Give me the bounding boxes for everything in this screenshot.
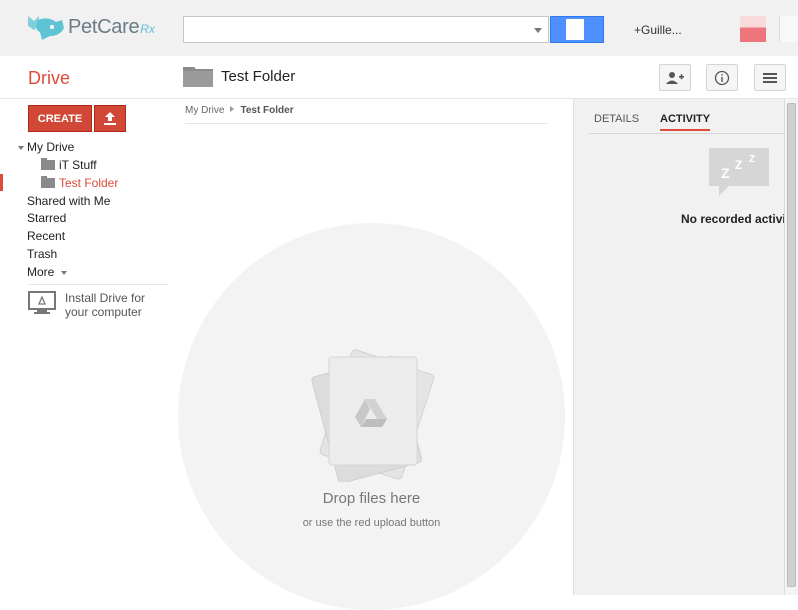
install-line-1: Install Drive for <box>65 291 146 305</box>
top-bar: PetCare Rx +Guille... <box>0 0 798 56</box>
search-button[interactable] <box>550 16 604 43</box>
sub-header: Drive Test Folder <box>0 56 798 99</box>
folder-icon <box>41 176 55 188</box>
upload-button[interactable] <box>94 105 126 132</box>
drop-title: Drop files here <box>322 490 421 507</box>
create-button[interactable]: CREATE <box>28 105 92 132</box>
sidebar-item-starred[interactable]: Starred <box>27 211 66 225</box>
drop-subtitle: or use the red upload button <box>302 517 441 529</box>
details-pane: DETAILS ACTIVITY Z Z Z No recorded activ… <box>573 99 796 595</box>
install-drive-link[interactable]: Install Drive for your computer <box>28 291 145 319</box>
install-line-2: your computer <box>65 305 142 319</box>
avatar[interactable] <box>740 16 766 42</box>
sidebar-item-trash[interactable]: Trash <box>27 247 57 261</box>
share-button[interactable] <box>659 64 691 91</box>
tab-divider <box>589 133 785 134</box>
sidebar-item-shared[interactable]: Shared with Me <box>27 194 110 208</box>
sleep-bubble-icon: Z Z Z <box>707 146 771 198</box>
details-button[interactable] <box>706 64 738 91</box>
breadcrumb-current: Test Folder <box>240 105 294 116</box>
active-indicator <box>0 174 3 191</box>
folder-title: Test Folder <box>221 67 296 85</box>
breadcrumb-arrow-icon <box>230 106 235 112</box>
computer-drive-icon <box>28 291 56 314</box>
sidebar: CREATE My Drive iT Stuff Test Folder Sha… <box>0 99 170 595</box>
folder-icon <box>183 65 213 87</box>
drop-files-icon <box>305 347 435 484</box>
sidebar-divider <box>28 284 168 285</box>
info-icon <box>714 70 730 85</box>
sidebar-item-label: Test Folder <box>59 176 119 190</box>
sidebar-item-my-drive[interactable]: My Drive <box>18 140 74 154</box>
search-input[interactable] <box>183 16 549 43</box>
svg-text:Z: Z <box>735 158 742 172</box>
expand-chevron-down-icon[interactable] <box>18 145 24 150</box>
svg-text:Z: Z <box>749 154 755 165</box>
search-icon <box>566 19 584 40</box>
folder-heading: Test Folder <box>183 65 295 87</box>
list-view-button[interactable] <box>754 64 786 91</box>
breadcrumb-divider <box>185 123 547 124</box>
sidebar-item-test-folder[interactable]: Test Folder <box>41 176 118 190</box>
pet-logo-icon <box>26 12 66 42</box>
scrollbar[interactable] <box>784 99 798 595</box>
sidebar-item-label: More <box>27 265 55 279</box>
tab-details[interactable]: DETAILS <box>594 113 639 129</box>
upload-icon <box>104 112 116 125</box>
sidebar-item-label: iT Stuff <box>59 158 97 172</box>
tab-activity[interactable]: ACTIVITY <box>660 113 711 131</box>
breadcrumb-root[interactable]: My Drive <box>185 105 224 116</box>
shared-folder-icon <box>41 158 55 170</box>
sidebar-item-it-stuff[interactable]: iT Stuff <box>41 158 97 172</box>
app-title[interactable]: Drive <box>28 68 70 89</box>
scrollbar-thumb[interactable] <box>787 103 796 587</box>
sidebar-item-recent[interactable]: Recent <box>27 229 65 243</box>
search-options-chevron-icon[interactable] <box>534 28 542 33</box>
empty-activity-message: No recorded activity <box>681 212 797 226</box>
add-person-icon <box>666 71 684 84</box>
svg-text:Z: Z <box>721 165 730 181</box>
sidebar-item-label: My Drive <box>27 140 75 154</box>
chevron-down-icon <box>60 270 67 275</box>
petcare-logo[interactable]: PetCare Rx <box>26 12 155 42</box>
account-edge <box>779 16 798 42</box>
logo-suffix: Rx <box>140 22 155 36</box>
user-name-link[interactable]: +Guille... <box>634 23 682 37</box>
breadcrumb: My Drive Test Folder <box>185 105 294 116</box>
logo-text: PetCare <box>68 15 140 38</box>
list-icon <box>763 72 777 83</box>
sidebar-item-more[interactable]: More <box>27 265 70 279</box>
main-content: My Drive Test Folder Drop files here or u… <box>170 99 573 610</box>
